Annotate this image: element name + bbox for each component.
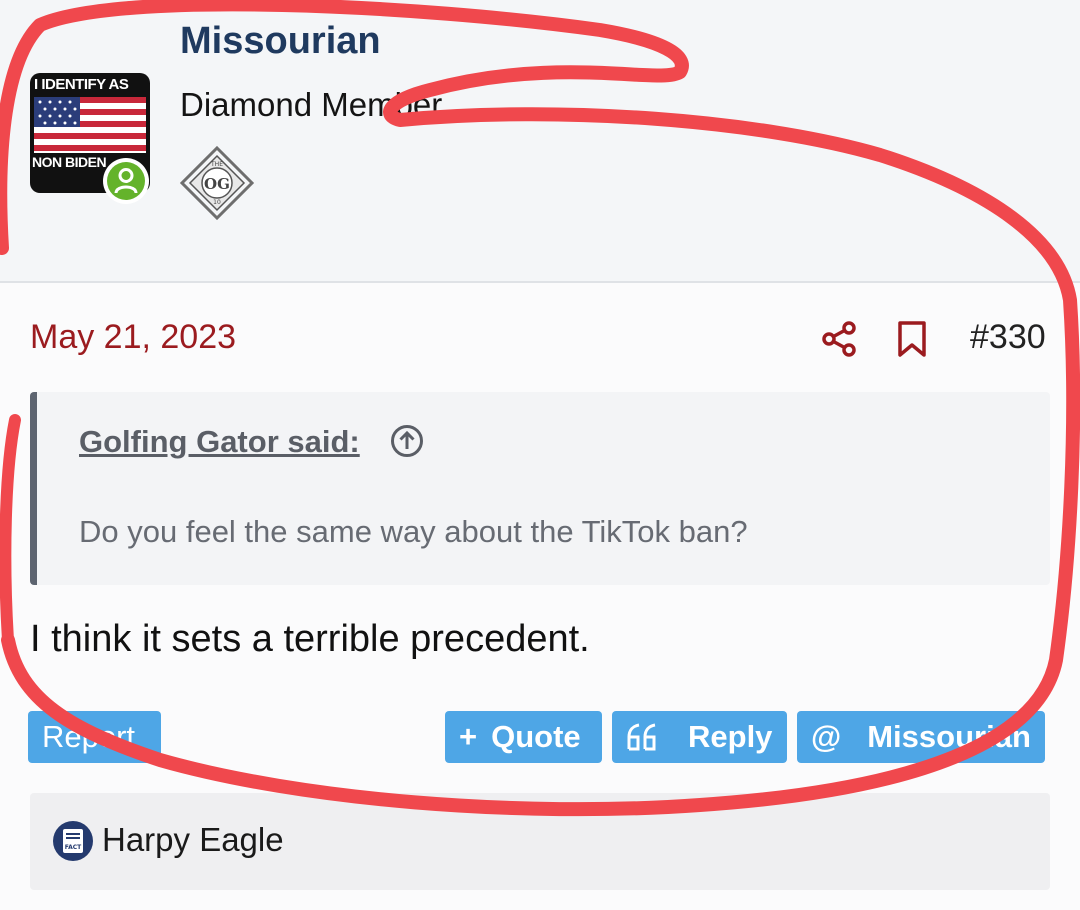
avatar-text-bottom: NON BIDEN — [32, 154, 107, 170]
quote-text: Do you feel the same way about the TikTo… — [79, 514, 748, 549]
fact-reaction-icon: FACT — [53, 821, 93, 861]
plus-icon: + — [459, 719, 478, 754]
quote-label: Quote — [491, 719, 581, 754]
bookmark-icon[interactable] — [896, 320, 928, 358]
mention-button[interactable]: @ Missourian — [797, 711, 1045, 763]
post-number-link[interactable]: #330 — [970, 318, 1046, 357]
quote-block: Golfing Gator said: Do you feel the same… — [30, 392, 1050, 585]
post-body: I think it sets a terrible precedent. — [30, 618, 590, 660]
fact-icon-text: FACT — [65, 844, 82, 851]
trophy-small-bottom: 10 — [213, 199, 221, 206]
quote-marks-icon — [627, 723, 656, 751]
report-button[interactable]: Report — [28, 711, 161, 763]
share-icon[interactable] — [820, 320, 858, 358]
user-title: Diamond Member — [180, 86, 443, 123]
online-status-icon — [103, 158, 149, 204]
quote-button[interactable]: + Quote — [445, 711, 602, 763]
reactions-bar[interactable]: FACT Harpy Eagle — [30, 793, 1050, 890]
post-date-link[interactable]: May 21, 2023 — [30, 318, 236, 357]
avatar-text-top: I IDENTIFY AS — [34, 76, 129, 93]
at-icon: @ — [811, 719, 842, 754]
trophy-og-text: OG — [204, 175, 230, 193]
trophy-og-icon[interactable]: THE OG 10 — [180, 146, 254, 220]
username-link[interactable]: Missourian — [180, 20, 381, 63]
trophy-small-top: THE — [210, 161, 223, 168]
reply-label: Reply — [688, 719, 773, 754]
arrow-up-circle-icon[interactable] — [390, 424, 424, 458]
quote-author-link[interactable]: Golfing Gator said: — [79, 424, 360, 460]
flag-image — [34, 97, 146, 153]
user-header: I IDENTIFY AS NON BIDEN Missourian Diamo… — [0, 0, 1080, 283]
report-label: Report — [42, 719, 136, 754]
reply-button[interactable]: Reply — [612, 711, 787, 763]
reaction-user-link[interactable]: Harpy Eagle — [102, 821, 284, 859]
mention-label: Missourian — [867, 719, 1031, 754]
